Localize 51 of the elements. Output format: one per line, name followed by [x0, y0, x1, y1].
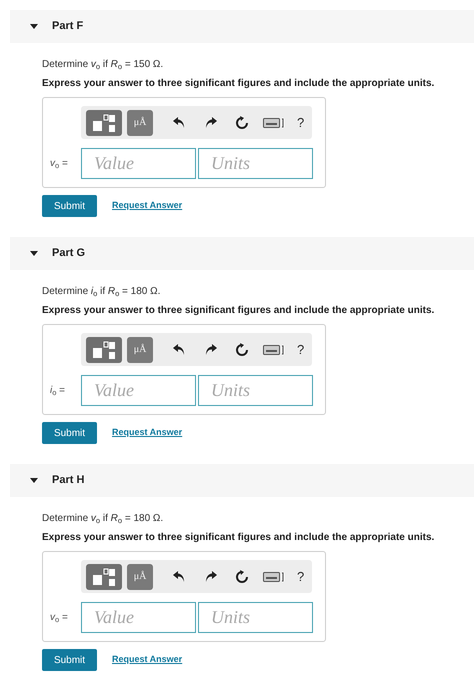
- part-title: Part H: [52, 473, 84, 488]
- redo-icon[interactable]: [205, 344, 217, 355]
- submit-button[interactable]: Submit: [42, 195, 97, 217]
- units-field[interactable]: Units: [198, 602, 313, 633]
- fraction-icon: [91, 114, 117, 132]
- part-header[interactable]: Part G: [10, 237, 474, 270]
- units-button[interactable]: μÅ: [127, 110, 153, 136]
- fraction-icon: [91, 568, 117, 586]
- instruction-text: Express your answer to three significant figures and include the appropriate units.: [42, 77, 436, 91]
- part-title: Part G: [52, 246, 86, 262]
- answer-label: v$_{o}$ =: [50, 611, 69, 625]
- redo-icon[interactable]: [205, 571, 217, 582]
- request-answer-link[interactable]: Request Answer: [112, 653, 182, 667]
- keyboard-icon[interactable]: [263, 344, 285, 354]
- help-button[interactable]: ?: [297, 112, 304, 132]
- help-button[interactable]: ?: [297, 566, 304, 586]
- question-text: Determine v$_{o}$ if R$_{o}$ = 150 Ω.: [42, 58, 164, 72]
- answer-label: v$_{o}$ =: [50, 157, 69, 171]
- units-button[interactable]: μÅ: [127, 564, 153, 590]
- question-text: Determine i$_{o}$ if R$_{o}$ = 180 Ω.: [42, 285, 162, 299]
- part-title: Part F: [52, 19, 84, 34]
- undo-icon[interactable]: [173, 344, 185, 355]
- keyboard-icon[interactable]: [263, 118, 285, 128]
- value-field[interactable]: Value: [81, 375, 196, 406]
- instruction-text: Express your answer to three significant figures and include the appropriate units.: [42, 531, 436, 545]
- template-button[interactable]: [86, 336, 122, 362]
- units-button[interactable]: μÅ: [127, 336, 153, 362]
- question-text: Determine v$_{o}$ if R$_{o}$ = 180 Ω.: [42, 512, 164, 526]
- help-button[interactable]: ?: [297, 340, 304, 360]
- keyboard-icon[interactable]: [263, 572, 285, 582]
- reset-icon[interactable]: [235, 342, 249, 356]
- submit-button[interactable]: Submit: [42, 422, 97, 444]
- template-button[interactable]: [86, 564, 122, 590]
- value-field[interactable]: Value: [81, 602, 196, 633]
- request-answer-link[interactable]: Request Answer: [112, 199, 182, 213]
- submit-button[interactable]: Submit: [42, 649, 97, 671]
- units-field[interactable]: Units: [198, 375, 313, 406]
- fraction-icon: [91, 340, 117, 358]
- answer-label: i$_{o}$ =: [50, 384, 66, 398]
- template-button[interactable]: [86, 110, 122, 136]
- part-header[interactable]: Part H: [10, 464, 474, 497]
- part-header[interactable]: Part F: [10, 10, 474, 43]
- reset-icon[interactable]: [235, 570, 249, 584]
- undo-icon[interactable]: [173, 117, 185, 128]
- redo-icon[interactable]: [205, 117, 217, 128]
- instruction-text: Express your answer to three significant figures and include the appropriate units.: [42, 304, 436, 318]
- units-field[interactable]: Units: [198, 148, 313, 179]
- request-answer-link[interactable]: Request Answer: [112, 426, 182, 440]
- value-field[interactable]: Value: [81, 148, 196, 179]
- undo-icon[interactable]: [173, 571, 185, 582]
- reset-icon[interactable]: [235, 116, 249, 130]
